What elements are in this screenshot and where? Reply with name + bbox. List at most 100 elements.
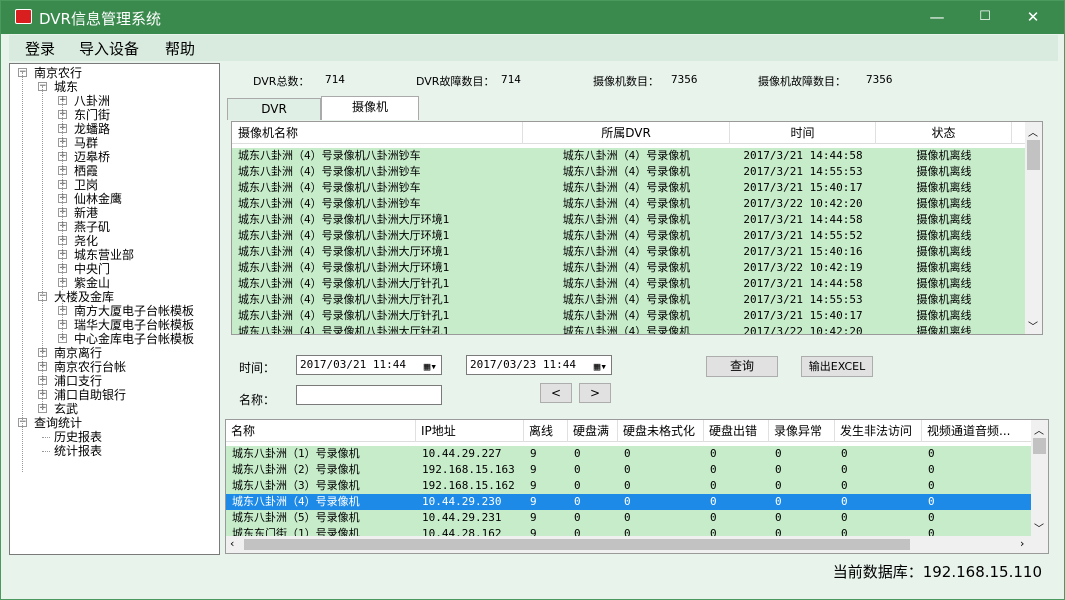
dvr-table-hscrollbar[interactable]: ‹ › [226, 536, 1048, 553]
scroll-thumb[interactable] [1027, 140, 1040, 170]
table-row[interactable]: 城东八卦洲（4）号录像机八卦洲钞车 城东八卦洲（4）号录像机 2017/3/21 1… [232, 180, 1025, 196]
tab-dvr[interactable]: DVR [227, 98, 321, 120]
col-disk-error[interactable]: 硬盘出错 [704, 420, 769, 442]
tree-node-branch[interactable]: 中央门 [74, 262, 110, 276]
table-row[interactable]: 城东八卦洲（4）号录像机八卦洲钞车 城东八卦洲（4）号录像机 2017/3/22 1… [232, 196, 1025, 212]
next-page-button[interactable]: > [579, 383, 611, 403]
start-datetime-picker[interactable]: 2017/03/21 11:44 ▦▾ [296, 355, 442, 375]
col-camera-name[interactable]: 摄像机名称 [232, 122, 523, 144]
tree-node-branch[interactable]: 新港 [74, 206, 98, 220]
tree-node-template[interactable]: 中心金库电子台帐模板 [74, 332, 194, 346]
dvr-fault-label: DVR故障数目： [416, 75, 495, 88]
tree-node-branch[interactable]: 燕子矶 [74, 220, 110, 234]
table-cell: 城东八卦洲（5）号录像机 [232, 511, 360, 524]
tree-node-root[interactable]: 南京农行 [34, 66, 82, 80]
table-cell: 0 [710, 447, 717, 460]
col-name[interactable]: 名称 [226, 420, 416, 442]
calendar-dropdown-icon[interactable]: ▦▾ [594, 358, 607, 376]
tree-node-template[interactable]: 南方大厦电子台帐模板 [74, 304, 194, 318]
menu-login[interactable]: 登录 [25, 38, 55, 59]
col-record-error[interactable]: 录像异常 [769, 420, 835, 442]
calendar-dropdown-icon[interactable]: ▦▾ [424, 358, 437, 376]
table-row-selected[interactable]: 城东八卦洲（4）号录像机 10.44.29.230 9 0 0 0 0 0 0 [226, 494, 1031, 510]
table-row[interactable]: 城东八卦洲（4）号录像机八卦洲大厅针孔1 城东八卦洲（4）号录像机 2017/3/2… [232, 276, 1025, 292]
table-row[interactable]: 城东八卦洲（2）号录像机 192.168.15.163 9 0 0 0 0 0 0 [226, 462, 1031, 478]
table-row[interactable]: 城东八卦洲（4）号录像机八卦洲钞车 城东八卦洲（4）号录像机 2017/3/21 1… [232, 164, 1025, 180]
table-row[interactable]: 城东八卦洲（4）号录像机八卦洲大厅针孔1 城东八卦洲（4）号录像机 2017/3/2… [232, 324, 1025, 334]
table-row[interactable]: 城东八卦洲（4）号录像机八卦洲大厅环境1 城东八卦洲（4）号录像机 2017/3/2… [232, 212, 1025, 228]
scroll-right-icon[interactable]: › [1020, 537, 1024, 550]
tree-node-branch[interactable]: 浦口支行 [54, 374, 102, 388]
col-video-audio[interactable]: 视频通道音频... [922, 420, 1033, 442]
hscroll-thumb[interactable] [244, 539, 910, 550]
table-cell: 摄像机离线 [916, 149, 972, 162]
tree-node-branch[interactable]: 东门街 [74, 108, 110, 122]
col-time[interactable]: 时间 [730, 122, 876, 144]
tree-node-branch[interactable]: 仙林金鹰 [74, 192, 122, 206]
tree-node-branch[interactable]: 南京农行台帐 [54, 360, 126, 374]
tree-node-branch[interactable]: 马群 [74, 136, 98, 150]
menu-import-device[interactable]: 导入设备 [79, 38, 139, 59]
tree-node-template[interactable]: 瑞华大厦电子台帐模板 [74, 318, 194, 332]
tree-node-branch[interactable]: 八卦洲 [74, 94, 110, 108]
title-bar: DVR信息管理系统 — ☐ ✕ [1, 1, 1064, 34]
tree-node-branch[interactable]: 栖霞 [74, 164, 98, 178]
col-illegal-access[interactable]: 发生非法访问 [835, 420, 922, 442]
scroll-down-icon[interactable]: ﹀ [1028, 318, 1038, 333]
table-row[interactable]: 城东八卦洲（4）号录像机八卦洲大厅针孔1 城东八卦洲（4）号录像机 2017/3/2… [232, 308, 1025, 324]
table-row[interactable]: 城东八卦洲（1）号录像机 10.44.29.227 9 0 0 0 0 0 0 [226, 446, 1031, 462]
tree-node-branch[interactable]: 城东营业部 [74, 248, 134, 262]
menu-help[interactable]: 帮助 [165, 38, 195, 59]
tree-node-branch[interactable]: 南京离行 [54, 346, 102, 360]
table-cell: 0 [928, 479, 935, 492]
table-cell: 摄像机离线 [916, 261, 972, 274]
scroll-thumb[interactable] [1033, 438, 1046, 454]
tree-node-branch[interactable]: 浦口自助银行 [54, 388, 126, 402]
col-ip[interactable]: IP地址 [416, 420, 524, 442]
scroll-left-icon[interactable]: ‹ [230, 537, 234, 550]
scroll-up-icon[interactable]: ︿ [1028, 124, 1038, 139]
tree-node-branch[interactable]: 玄武 [54, 402, 78, 416]
col-dvr[interactable]: 所属DVR [523, 122, 730, 144]
table-cell: 0 [775, 495, 782, 508]
tree-node-branch[interactable]: 卫岗 [74, 178, 98, 192]
col-disk-unformatted[interactable]: 硬盘未格式化 [618, 420, 704, 442]
close-button[interactable]: ✕ [1010, 1, 1056, 34]
query-button[interactable]: 查询 [706, 356, 778, 377]
tab-camera[interactable]: 摄像机 [321, 96, 419, 120]
time-label: 时间： [239, 361, 276, 375]
tree-node-chengdong[interactable]: 城东 [54, 80, 78, 94]
camera-table: 摄像机名称 所属DVR 时间 状态 城东八卦洲（4）号录像机八卦洲钞车 城东八卦洲… [231, 121, 1043, 335]
table-row[interactable]: 城东八卦洲（4）号录像机八卦洲大厅针孔1 城东八卦洲（4）号录像机 2017/3/2… [232, 292, 1025, 308]
scroll-down-icon[interactable]: ﹀ [1034, 520, 1044, 535]
table-row[interactable]: 城东八卦洲（4）号录像机八卦洲钞车 城东八卦洲（4）号录像机 2017/3/21 1… [232, 148, 1025, 164]
table-row[interactable]: 城东八卦洲（4）号录像机八卦洲大厅环境1 城东八卦洲（4）号录像机 2017/3/2… [232, 244, 1025, 260]
table-row[interactable]: 城东八卦洲（5）号录像机 10.44.29.231 9 0 0 0 0 0 0 [226, 510, 1031, 526]
tree-node-report[interactable]: 历史报表 [54, 430, 102, 444]
col-offline[interactable]: 离线 [524, 420, 568, 442]
tree-node-branch[interactable]: 龙蟠路 [74, 122, 110, 136]
tree-node-query[interactable]: 查询统计 [34, 416, 82, 430]
tree-node-branch[interactable]: 迈皋桥 [74, 150, 110, 164]
dvr-table-vscrollbar[interactable]: ︿ ﹀ [1031, 420, 1048, 537]
tree-node-dalou[interactable]: 大楼及金库 [54, 290, 114, 304]
maximize-button[interactable]: ☐ [962, 1, 1008, 34]
tree-node-branch[interactable]: 尧化 [74, 234, 98, 248]
prev-page-button[interactable]: < [540, 383, 572, 403]
export-excel-button[interactable]: 输出EXCEL [801, 356, 873, 377]
table-cell: 摄像机离线 [916, 277, 972, 290]
camera-table-scrollbar[interactable]: ︿ ﹀ [1025, 122, 1042, 334]
col-status[interactable]: 状态 [876, 122, 1012, 144]
table-row[interactable]: 城东八卦洲（4）号录像机八卦洲大厅环境1 城东八卦洲（4）号录像机 2017/3/2… [232, 260, 1025, 276]
minimize-button[interactable]: — [914, 1, 960, 34]
scroll-up-icon[interactable]: ︿ [1034, 422, 1044, 437]
table-row[interactable]: 城东八卦洲（4）号录像机八卦洲大厅环境1 城东八卦洲（4）号录像机 2017/3/2… [232, 228, 1025, 244]
table-cell: 0 [624, 463, 631, 476]
end-datetime-picker[interactable]: 2017/03/23 11:44 ▦▾ [466, 355, 612, 375]
table-row[interactable]: 城东八卦洲（3）号录像机 192.168.15.162 9 0 0 0 0 0 0 [226, 478, 1031, 494]
table-cell: 9 [530, 463, 537, 476]
tree-node-branch[interactable]: 紫金山 [74, 276, 110, 290]
name-input[interactable] [296, 385, 442, 405]
col-disk-full[interactable]: 硬盘满 [568, 420, 618, 442]
tree-node-report[interactable]: 统计报表 [54, 444, 102, 458]
